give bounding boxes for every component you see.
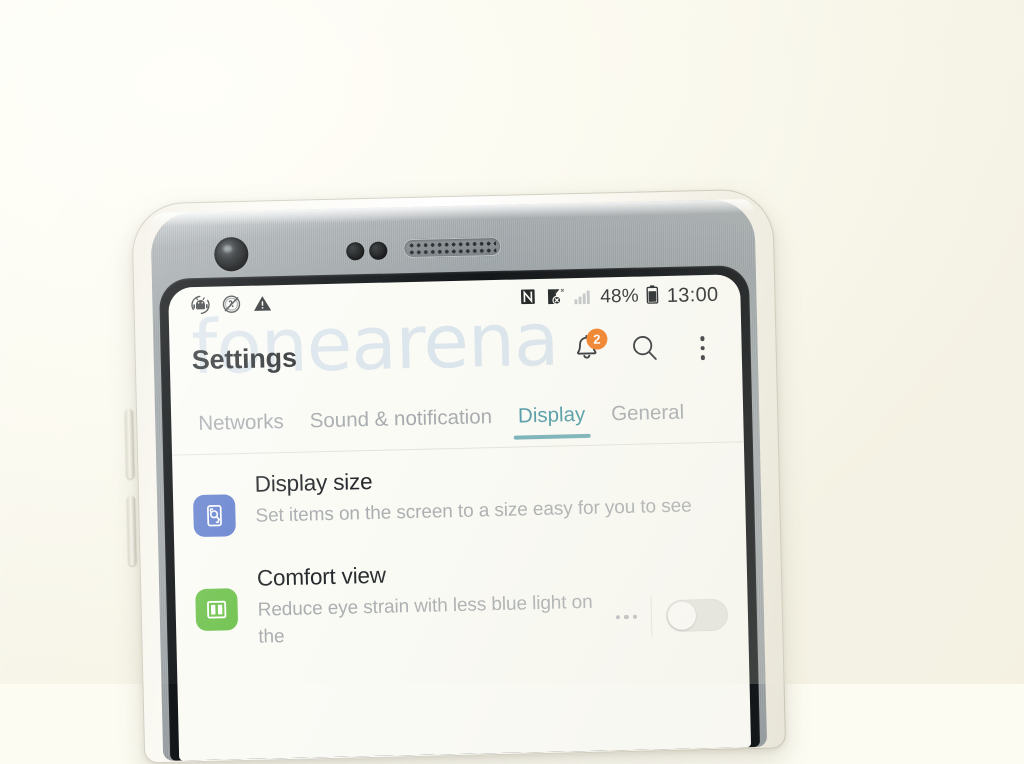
search-icon	[629, 332, 660, 368]
comfort-view-toggle[interactable]	[665, 598, 729, 633]
volume-up-button[interactable]	[124, 408, 135, 479]
app-bar-actions: 2	[569, 328, 720, 369]
smartphone-device: fonearena 48% 13:00 Settings 2 Networks …	[124, 188, 787, 764]
list-item-subtitle: Set items on the screen to a size easy f…	[255, 494, 692, 527]
list-item-controls	[615, 595, 729, 638]
nfc-icon	[518, 287, 538, 311]
list-item-comfort-view[interactable]: Comfort view Reduce eye strain with less…	[174, 536, 749, 665]
item-overflow-icon[interactable]	[615, 614, 638, 620]
battery-percent-label: 48%	[599, 285, 640, 308]
mobile-data-off-icon	[544, 286, 567, 312]
comfort-view-icon	[195, 588, 239, 632]
list-item-subtitle: Reduce eye strain with less blue light o…	[257, 591, 593, 648]
warning-icon	[252, 293, 273, 318]
tab-display[interactable]: Display	[504, 384, 599, 448]
list-item-text: Display size Set items on the screen to …	[254, 461, 725, 531]
silent-mode-icon	[221, 293, 242, 318]
photo-background: fonearena 48% 13:00 Settings 2 Networks …	[0, 0, 1024, 764]
tab-general[interactable]: General	[597, 381, 697, 445]
tab-sound-notification[interactable]: Sound & notification	[296, 386, 506, 453]
search-button[interactable]	[627, 332, 662, 367]
list-item-title: Comfort view	[256, 562, 387, 591]
settings-list: Display size Set items on the screen to …	[172, 442, 749, 665]
volume-down-button[interactable]	[126, 495, 137, 566]
notification-badge: 2	[586, 328, 608, 350]
signal-bars-icon	[573, 286, 594, 309]
status-bar-left-icons	[190, 293, 273, 320]
notifications-bell-button[interactable]: 2	[569, 328, 608, 368]
tab-networks[interactable]: Networks	[185, 391, 298, 456]
android-debug-icon	[190, 294, 211, 319]
status-bar-right-icons: 48% 13:00	[518, 282, 719, 312]
battery-icon	[646, 284, 661, 309]
control-divider	[650, 596, 653, 637]
earpiece-speaker	[403, 236, 502, 259]
status-bar-clock: 13:00	[666, 283, 719, 307]
overflow-menu-icon	[700, 336, 706, 360]
display-size-icon	[192, 494, 236, 538]
phone-screen: fonearena 48% 13:00 Settings 2 Networks …	[168, 274, 752, 761]
list-item-text: Comfort view Reduce eye strain with less…	[257, 558, 606, 652]
list-item-display-size[interactable]: Display size Set items on the screen to …	[172, 442, 746, 549]
overflow-menu-button[interactable]	[685, 331, 720, 366]
page-title: Settings	[191, 342, 298, 375]
list-item-title: Display size	[254, 468, 373, 497]
toggle-knob	[667, 601, 697, 631]
